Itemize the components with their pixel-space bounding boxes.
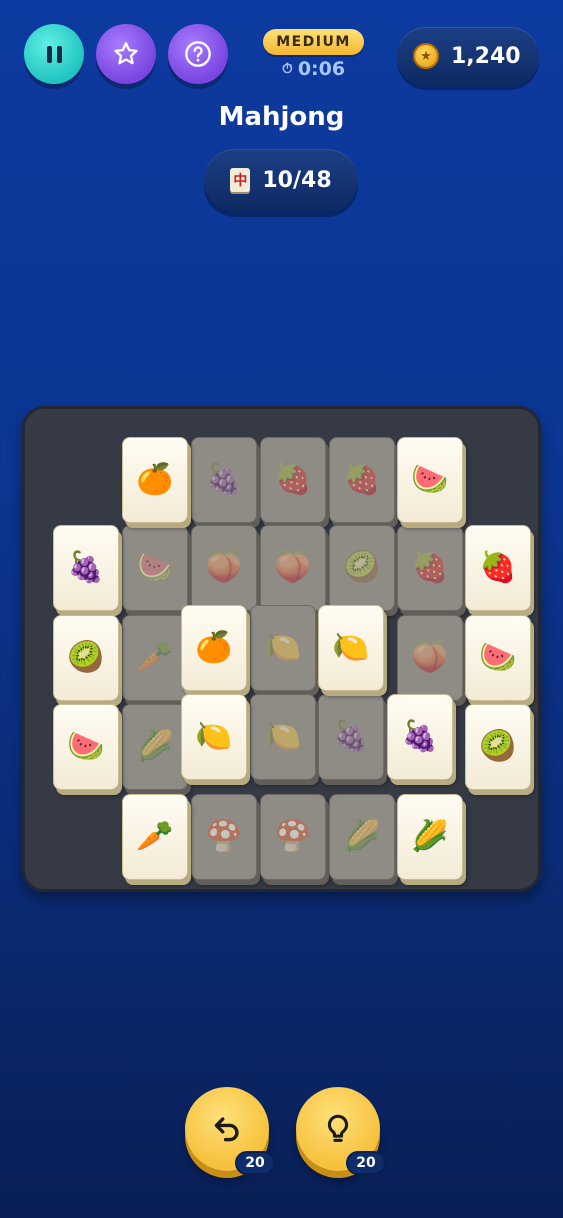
peach-icon: 🍑 (205, 550, 243, 585)
watermelon-tile[interactable]: 🍉 (53, 704, 119, 790)
strawberry-icon: 🍓 (274, 462, 312, 497)
kiwi-icon: 🥝 (479, 729, 517, 764)
tile-progress: 中 10/48 (204, 149, 358, 211)
grapes-tile[interactable]: 🍇 (53, 525, 119, 611)
carrot-icon: 🥕 (136, 640, 174, 675)
watermelon-tile[interactable]: 🍉 (465, 615, 531, 701)
pause-icon (46, 45, 62, 63)
lemon-icon: 🍋 (264, 719, 302, 754)
kiwi-tile[interactable]: 🥝 (465, 704, 531, 790)
grapes-icon: 🍇 (332, 719, 370, 754)
corn-icon: 🌽 (343, 819, 381, 854)
page-title: Mahjong (218, 102, 345, 132)
kiwi-icon: 🥝 (67, 640, 105, 675)
watermelon-icon: 🍉 (136, 550, 174, 585)
hint-count-badge: 20 (346, 1151, 386, 1175)
watermelon-icon: 🍉 (479, 640, 517, 675)
help-icon (185, 41, 211, 67)
corn-icon: 🌽 (136, 729, 174, 764)
mushroom-icon: 🍄 (274, 819, 312, 854)
carrot-tile[interactable]: 🥕 (122, 794, 188, 880)
mahjong-tile-icon: 中 (230, 168, 251, 192)
lemon-tile: 🍋 (250, 605, 316, 691)
difficulty-badge: MEDIUM (263, 29, 364, 55)
lemon-icon: 🍋 (332, 630, 370, 665)
strawberry-icon: 🍓 (479, 550, 517, 585)
corn-icon: 🌽 (411, 819, 449, 854)
grapes-tile[interactable]: 🍇 (387, 694, 453, 780)
strawberry-tile: 🍓 (260, 437, 326, 523)
stopwatch-icon: ⏱ (281, 61, 293, 77)
peach-tile: 🍑 (397, 615, 463, 701)
strawberry-tile: 🍓 (329, 437, 395, 523)
star-icon (114, 42, 138, 65)
orange-icon: 🍊 (195, 630, 233, 665)
carrot-icon: 🥕 (136, 819, 174, 854)
lemon-tile[interactable]: 🍋 (181, 694, 247, 780)
coin-value: 1,240 (451, 43, 521, 69)
watermelon-icon: 🍉 (67, 729, 105, 764)
hint-button[interactable]: 20 (296, 1087, 386, 1175)
strawberry-icon: 🍓 (411, 550, 449, 585)
grapes-icon: 🍇 (67, 550, 105, 585)
strawberry-icon: 🍓 (343, 462, 381, 497)
orange-icon: 🍊 (136, 462, 174, 497)
coin-balance: ★ 1,240 (397, 27, 539, 85)
pause-button[interactable] (24, 24, 84, 84)
kiwi-tile: 🥝 (329, 525, 395, 611)
corn-tile: 🌽 (329, 794, 395, 880)
undo-button[interactable]: 20 (185, 1087, 275, 1175)
peach-icon: 🍑 (411, 640, 449, 675)
game-timer: ⏱ 0:06 (263, 56, 364, 82)
timer-value: 0:06 (297, 58, 346, 80)
corn-tile[interactable]: 🌽 (397, 794, 463, 880)
carrot-tile: 🥕 (122, 615, 188, 701)
mushroom-icon: 🍄 (205, 819, 243, 854)
strawberry-tile[interactable]: 🍓 (465, 525, 531, 611)
peach-tile: 🍑 (260, 525, 326, 611)
game-board: 🍇 🍓 🍓 🍉 🍑 🍑 🥝 🍓 🥕 🍋 🍑 🌽 🍋 🍇 🍄 🍄 🌽 🍊 🍉 🍇 🍓 🥝 🍊 🍋 🍉 🍉 🍋 🍇 🥝 🥕 🌽 (22, 406, 541, 892)
favorite-button[interactable] (96, 24, 156, 84)
progress-text: 10/48 (262, 167, 332, 193)
kiwi-icon: 🥝 (343, 550, 381, 585)
lemon-icon: 🍋 (264, 630, 302, 665)
grapes-icon: 🍇 (205, 462, 243, 497)
peach-icon: 🍑 (274, 550, 312, 585)
strawberry-tile: 🍓 (397, 525, 463, 611)
coin-icon: ★ (413, 43, 439, 69)
lemon-icon: 🍋 (195, 719, 233, 754)
grapes-icon: 🍇 (401, 719, 439, 754)
grapes-tile: 🍇 (191, 437, 257, 523)
peach-tile: 🍑 (191, 525, 257, 611)
watermelon-tile: 🍉 (122, 525, 188, 611)
orange-tile[interactable]: 🍊 (181, 605, 247, 691)
lightbulb-icon (327, 1114, 349, 1142)
watermelon-tile[interactable]: 🍉 (397, 437, 463, 523)
corn-tile: 🌽 (122, 704, 188, 790)
kiwi-tile[interactable]: 🥝 (53, 615, 119, 701)
help-button[interactable] (168, 24, 228, 84)
undo-icon (214, 1117, 239, 1142)
mushroom-tile: 🍄 (191, 794, 257, 880)
lemon-tile[interactable]: 🍋 (318, 605, 384, 691)
watermelon-icon: 🍉 (411, 462, 449, 497)
grapes-tile: 🍇 (318, 694, 384, 780)
undo-count-badge: 20 (235, 1151, 275, 1175)
orange-tile[interactable]: 🍊 (122, 437, 188, 523)
lemon-tile: 🍋 (250, 694, 316, 780)
mushroom-tile: 🍄 (260, 794, 326, 880)
